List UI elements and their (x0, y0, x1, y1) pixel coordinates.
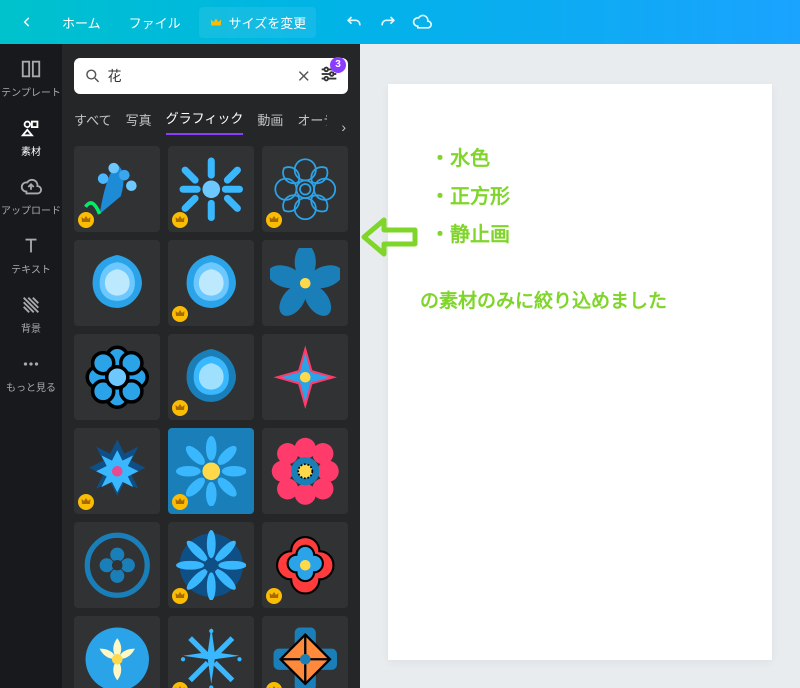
crown-icon (209, 15, 223, 29)
premium-badge-icon (266, 588, 282, 604)
redo-icon[interactable] (378, 12, 398, 32)
rail-label: 素材 (21, 143, 41, 158)
premium-badge-icon (172, 494, 188, 510)
result-item[interactable] (168, 428, 254, 514)
result-item[interactable] (74, 146, 160, 232)
cloud-sync-icon[interactable] (412, 12, 432, 32)
resize-button[interactable]: サイズを変更 (199, 7, 317, 38)
flower-icon (270, 530, 341, 601)
flower-icon (82, 624, 153, 688)
rail-label: テンプレート (1, 84, 61, 99)
more-icon (20, 353, 42, 375)
tab-photos[interactable]: 写真 (126, 110, 152, 135)
undo-icon[interactable] (344, 12, 364, 32)
canvas-area (360, 44, 800, 688)
rail-item-elements[interactable]: 素材 (20, 117, 42, 158)
result-item[interactable] (262, 240, 348, 326)
flower-icon (176, 342, 247, 413)
text-icon (20, 235, 42, 257)
flower-icon (270, 436, 341, 507)
result-item[interactable] (262, 428, 348, 514)
search-icon (84, 67, 102, 85)
search-input[interactable] (108, 68, 289, 84)
result-item[interactable] (262, 146, 348, 232)
result-item[interactable] (74, 522, 160, 608)
toolbar-right-group (344, 12, 432, 32)
result-item[interactable] (262, 334, 348, 420)
flower-icon (270, 154, 341, 225)
result-item[interactable] (262, 616, 348, 688)
tab-videos[interactable]: 動画 (257, 110, 283, 135)
filter-count-badge: 3 (330, 57, 346, 73)
result-item[interactable] (168, 334, 254, 420)
premium-badge-icon (172, 306, 188, 322)
elements-icon (20, 117, 42, 139)
tab-all[interactable]: すべて (74, 110, 112, 135)
flower-icon (270, 624, 341, 688)
clear-search-icon[interactable] (295, 67, 313, 85)
flower-icon (176, 248, 247, 319)
premium-badge-icon (172, 212, 188, 228)
result-item[interactable] (74, 428, 160, 514)
result-item[interactable] (74, 334, 160, 420)
result-item[interactable] (74, 240, 160, 326)
premium-badge-icon (78, 494, 94, 510)
flower-icon (176, 154, 247, 225)
chevron-left-icon (20, 15, 34, 29)
premium-badge-icon (266, 212, 282, 228)
flower-icon (82, 436, 153, 507)
tab-graphics[interactable]: グラフィック (166, 108, 244, 135)
rail-item-uploads[interactable]: アップロード (1, 176, 61, 217)
top-toolbar: ホーム ファイル サイズを変更 (0, 0, 800, 44)
rail-label: テキスト (11, 261, 51, 276)
premium-badge-icon (172, 400, 188, 416)
back-button[interactable] (10, 9, 44, 35)
flower-icon (82, 342, 153, 413)
rail-label: 背景 (21, 320, 41, 335)
left-rail: テンプレート 素材 アップロード テキスト 背景 もっと見る (0, 44, 62, 688)
home-button[interactable]: ホーム (52, 7, 111, 38)
element-tabs: すべて 写真 グラフィック 動画 オーディオ › (74, 108, 348, 136)
search-box: 3 (74, 58, 348, 94)
flower-icon (82, 530, 153, 601)
tab-audio[interactable]: オーディオ (297, 110, 327, 135)
filter-button[interactable]: 3 (318, 63, 340, 90)
upload-icon (20, 176, 42, 198)
elements-panel: 3 すべて 写真 グラフィック 動画 オーディオ › (62, 44, 360, 688)
flower-icon (176, 530, 247, 601)
rail-item-background[interactable]: 背景 (20, 294, 42, 335)
flower-icon (270, 342, 341, 413)
result-item[interactable] (168, 522, 254, 608)
premium-badge-icon (78, 212, 94, 228)
rail-item-templates[interactable]: テンプレート (1, 58, 61, 99)
premium-badge-icon (172, 588, 188, 604)
flower-icon (82, 248, 153, 319)
result-item[interactable] (168, 240, 254, 326)
rail-item-more[interactable]: もっと見る (6, 353, 56, 394)
result-item[interactable] (168, 616, 254, 688)
background-icon (20, 294, 42, 316)
resize-label: サイズを変更 (229, 13, 307, 32)
rail-label: アップロード (1, 202, 61, 217)
results-grid (74, 146, 348, 688)
result-item[interactable] (262, 522, 348, 608)
rail-label: もっと見る (6, 379, 56, 394)
file-button[interactable]: ファイル (119, 7, 191, 38)
flower-icon (176, 436, 247, 507)
flower-icon (176, 624, 247, 688)
rail-item-text[interactable]: テキスト (11, 235, 51, 276)
flower-icon (82, 154, 153, 225)
result-item[interactable] (74, 616, 160, 688)
flower-icon (270, 248, 341, 319)
result-item[interactable] (168, 146, 254, 232)
tabs-scroll-right[interactable]: › (341, 119, 346, 135)
design-page[interactable] (388, 84, 772, 660)
templates-icon (20, 58, 42, 80)
